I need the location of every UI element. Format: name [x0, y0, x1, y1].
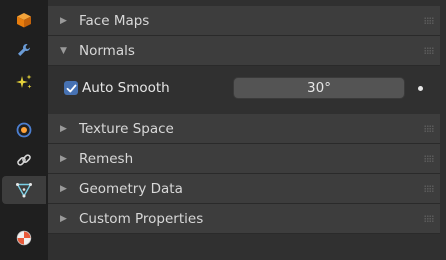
sparkles-icon — [15, 73, 33, 91]
collapse-arrow-icon: ▼ — [60, 46, 67, 56]
expand-arrow-icon: ▶ — [60, 124, 67, 134]
link-icon — [15, 151, 33, 169]
tab-physics[interactable] — [2, 116, 46, 144]
mesh-data-triangle-icon — [15, 181, 33, 199]
expand-arrow-icon: ▶ — [60, 214, 67, 224]
panel-normals[interactable]: ▼ Normals — [48, 36, 440, 66]
drag-grip-icon[interactable] — [424, 155, 434, 162]
auto-smooth-label[interactable]: Auto Smooth — [82, 78, 170, 98]
panel-remesh[interactable]: ▶ Remesh — [48, 144, 440, 174]
panel-face-maps[interactable]: ▶ Face Maps — [48, 6, 440, 36]
tab-constraints[interactable] — [2, 146, 46, 174]
panel-label: Texture Space — [79, 121, 174, 137]
panel-label: Remesh — [79, 151, 134, 167]
auto-smooth-checkbox[interactable] — [64, 81, 78, 95]
panel-label: Geometry Data — [79, 181, 183, 197]
drag-grip-icon[interactable] — [424, 47, 434, 54]
drag-grip-icon[interactable] — [424, 185, 434, 192]
properties-tab-strip — [0, 0, 48, 260]
normals-panel-content: Auto Smooth 30° — [48, 66, 440, 110]
tab-data[interactable] — [2, 176, 46, 204]
angle-value: 30° — [307, 80, 331, 96]
material-sphere-icon — [15, 229, 33, 247]
drag-grip-icon[interactable] — [424, 215, 434, 222]
panel-label: Face Maps — [79, 13, 150, 29]
expand-arrow-icon: ▶ — [60, 16, 67, 26]
keyframe-dot-icon[interactable] — [418, 86, 423, 91]
auto-smooth-angle-field[interactable]: 30° — [233, 77, 405, 99]
data-properties-panel: ▶ Face Maps ▼ Normals Auto Smooth 30° ▶ … — [48, 0, 446, 260]
panel-geometry-data[interactable]: ▶ Geometry Data — [48, 174, 440, 204]
tab-material[interactable] — [2, 224, 46, 252]
drag-grip-icon[interactable] — [424, 125, 434, 132]
expand-arrow-icon: ▶ — [60, 154, 67, 164]
wrench-icon — [15, 41, 33, 59]
tab-particles[interactable] — [2, 68, 46, 96]
panel-custom-properties[interactable]: ▶ Custom Properties — [48, 204, 440, 234]
tab-object[interactable] — [2, 6, 46, 34]
properties-editor: ▶ Face Maps ▼ Normals Auto Smooth 30° ▶ … — [0, 0, 446, 260]
physics-orbit-icon — [15, 121, 33, 139]
panel-texture-space[interactable]: ▶ Texture Space — [48, 114, 440, 144]
panel-label: Normals — [79, 43, 135, 59]
drag-grip-icon[interactable] — [424, 17, 434, 24]
panel-label: Custom Properties — [79, 211, 204, 227]
checkmark-icon — [66, 84, 76, 92]
tab-modifiers[interactable] — [2, 36, 46, 64]
expand-arrow-icon: ▶ — [60, 184, 67, 194]
object-orange-cube-icon — [15, 11, 33, 29]
